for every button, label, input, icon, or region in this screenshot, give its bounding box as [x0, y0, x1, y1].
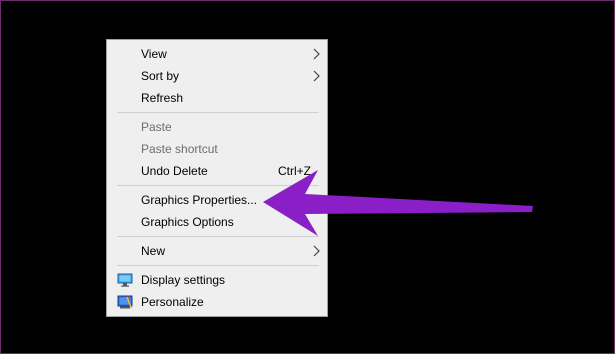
- annotation-arrow: [263, 170, 533, 236]
